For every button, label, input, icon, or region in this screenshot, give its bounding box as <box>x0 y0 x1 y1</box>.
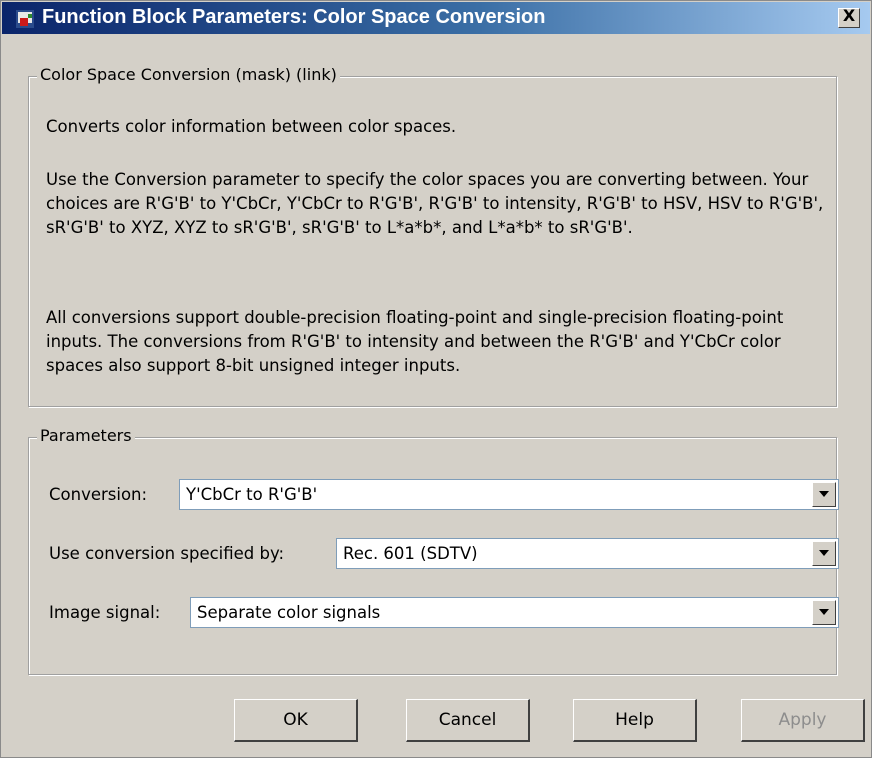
title-bar[interactable]: Function Block Parameters: Color Space C… <box>2 2 870 34</box>
close-button[interactable]: X <box>838 6 860 28</box>
image-signal-value: Separate color signals <box>197 603 381 622</box>
apply-button[interactable]: Apply <box>741 699 865 742</box>
conversion-spec-dropdown[interactable]: Rec. 601 (SDTV) <box>336 538 839 569</box>
conversion-spec-label: Use conversion specified by: <box>49 544 285 563</box>
description-group-legend: Color Space Conversion (mask) (link) <box>37 65 340 84</box>
image-signal-dropdown[interactable]: Separate color signals <box>190 597 839 628</box>
cancel-button[interactable]: Cancel <box>406 699 530 742</box>
conversion-spec-value: Rec. 601 (SDTV) <box>343 544 478 563</box>
conversion-value: Y'CbCr to R'G'B' <box>186 485 318 504</box>
description-paragraph-1: Converts color information between color… <box>46 117 457 136</box>
description-paragraph-3: All conversions support double-precision… <box>46 308 784 375</box>
dialog-window: Function Block Parameters: Color Space C… <box>0 0 872 758</box>
chevron-down-icon[interactable] <box>812 482 836 507</box>
description-paragraph-2: Use the Conversion parameter to specify … <box>46 170 824 237</box>
window-title: Function Block Parameters: Color Space C… <box>42 6 546 28</box>
conversion-dropdown[interactable]: Y'CbCr to R'G'B' <box>179 479 839 510</box>
chevron-down-icon[interactable] <box>812 600 836 625</box>
conversion-label: Conversion: <box>49 485 148 504</box>
ok-button[interactable]: OK <box>234 699 358 742</box>
image-signal-label: Image signal: <box>49 603 161 622</box>
chevron-down-icon[interactable] <box>812 541 836 566</box>
parameters-group-legend: Parameters <box>37 426 135 445</box>
help-button[interactable]: Help <box>573 699 697 742</box>
close-icon: X <box>842 6 856 25</box>
simulink-block-icon <box>16 10 34 28</box>
